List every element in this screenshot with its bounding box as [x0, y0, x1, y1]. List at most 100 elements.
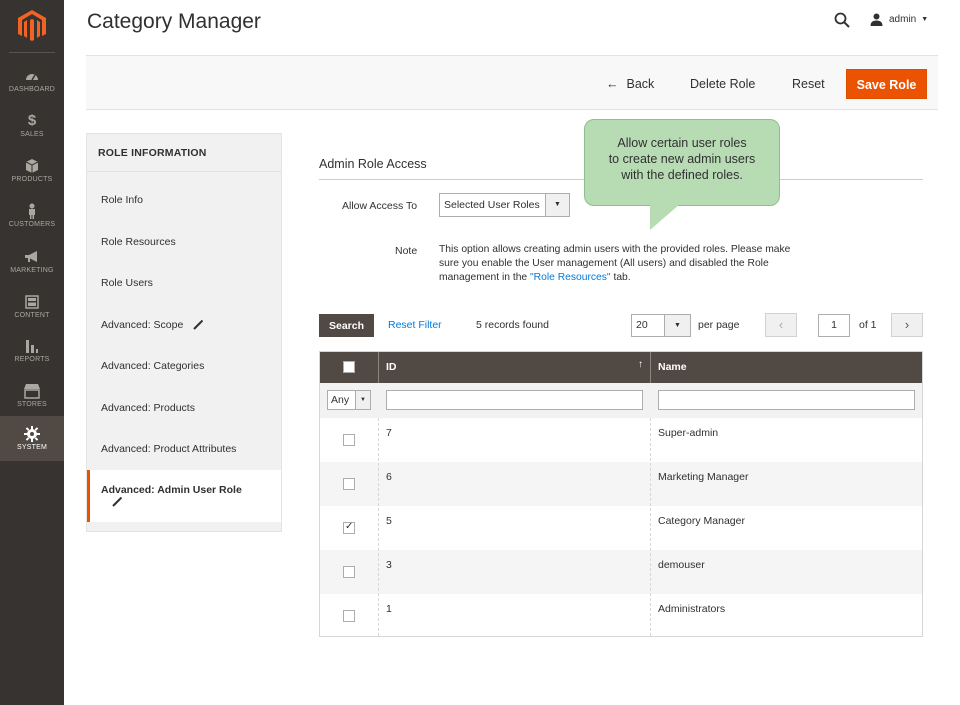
column-divider — [650, 418, 651, 636]
back-button[interactable]: ← Back — [606, 69, 654, 99]
tab-label: Advanced: Scope — [101, 318, 184, 331]
table-row[interactable]: 1 Administrators — [320, 594, 922, 638]
tabs-divider — [87, 171, 281, 172]
tabs-title: ROLE INFORMATION — [98, 147, 207, 159]
column-header-name[interactable]: Name — [658, 352, 687, 383]
nav-item-content[interactable]: CONTENT — [0, 285, 64, 330]
filter-any-value: Any — [331, 394, 350, 406]
select-all-checkbox[interactable] — [343, 361, 355, 373]
records-count: 5 records found — [476, 319, 549, 331]
search-icon[interactable] — [834, 12, 850, 28]
bar-chart-icon — [26, 340, 38, 353]
layout-icon — [25, 295, 39, 309]
nav-item-stores[interactable]: STORES — [0, 375, 64, 420]
reset-button[interactable]: Reset — [792, 69, 825, 99]
checkbox-filter-select[interactable]: Any ▼ — [327, 390, 371, 410]
user-icon — [870, 13, 883, 26]
arrow-left-icon: ← — [606, 77, 619, 91]
tab-advanced-product-attributes[interactable]: Advanced: Product Attributes — [87, 428, 281, 469]
page-number-input[interactable]: 1 — [818, 314, 850, 337]
role-information-tabs: ROLE INFORMATION Role Info Role Resource… — [86, 133, 282, 532]
filter-row: Any ▼ — [320, 383, 922, 418]
row-checkbox[interactable] — [343, 521, 355, 534]
tab-advanced-admin-user-role[interactable]: Advanced: Admin User Role — [87, 470, 281, 522]
note-text: This option allows creating admin users … — [439, 243, 791, 285]
id-filter-input[interactable] — [386, 390, 643, 410]
nav-item-dashboard[interactable]: DASHBOARD — [0, 60, 64, 105]
cube-icon — [25, 159, 39, 173]
cell-name: Marketing Manager — [658, 471, 749, 483]
row-checkbox[interactable] — [343, 610, 355, 622]
nav-item-sales[interactable]: $ SALES — [0, 105, 64, 150]
nav-item-customers[interactable]: CUSTOMERS — [0, 195, 64, 240]
cell-name: Administrators — [658, 603, 726, 615]
search-button[interactable]: Search — [319, 314, 374, 337]
user-menu[interactable]: admin ▼ — [870, 13, 928, 26]
nav-item-reports[interactable]: REPORTS — [0, 330, 64, 375]
nav-label: CONTENT — [14, 312, 50, 319]
table-row[interactable]: 7 Super-admin — [320, 418, 922, 462]
tab-role-info[interactable]: Role Info — [87, 179, 281, 220]
column-header-id[interactable]: ID — [386, 352, 397, 383]
row-checkbox[interactable] — [343, 566, 355, 578]
reset-filter-link[interactable]: Reset Filter — [388, 319, 442, 331]
tab-label: Role Info — [101, 193, 144, 206]
nav-item-marketing[interactable]: MARKETING — [0, 240, 64, 285]
nav-item-products[interactable]: PRODUCTS — [0, 150, 64, 195]
page-title: Category Manager — [87, 10, 261, 33]
cell-id: 6 — [386, 471, 392, 483]
tab-label: Role Users — [101, 276, 153, 289]
table-row[interactable]: 3 demouser — [320, 550, 922, 594]
role-resources-link[interactable]: "Role Resources" — [530, 272, 611, 283]
allow-access-select[interactable]: Selected User Roles ▼ — [439, 193, 570, 217]
column-divider — [378, 352, 379, 383]
table-row[interactable]: 5 Category Manager — [320, 506, 922, 550]
user-roles-grid: ID ↑ Name Any ▼ 7 Super-admin 6 Marketin… — [319, 351, 923, 637]
pencil-icon — [193, 319, 204, 330]
chevron-right-icon: › — [904, 317, 910, 332]
nav-divider — [9, 52, 55, 53]
cell-name: demouser — [658, 559, 705, 571]
cell-id: 5 — [386, 515, 392, 527]
nav-item-system[interactable]: SYSTEM — [0, 416, 64, 461]
nav-label: REPORTS — [14, 356, 50, 363]
chevron-down-icon: ▼ — [545, 194, 569, 216]
tab-advanced-products[interactable]: Advanced: Products — [87, 387, 281, 428]
nav-label: STORES — [17, 401, 47, 408]
tab-label: Advanced: Admin User Role — [101, 484, 242, 496]
help-callout: Allow certain user roles to create new a… — [584, 119, 780, 206]
gear-icon — [24, 426, 40, 442]
magento-logo-icon[interactable] — [18, 10, 46, 42]
row-checkbox[interactable] — [343, 478, 355, 490]
column-divider — [378, 418, 379, 636]
dashboard-icon — [26, 74, 38, 81]
tab-advanced-categories[interactable]: Advanced: Categories — [87, 345, 281, 386]
per-page-value: 20 — [636, 319, 648, 331]
pencil-icon — [112, 497, 122, 507]
next-page-button[interactable]: › — [891, 313, 923, 337]
callout-line: with the defined roles. — [621, 168, 743, 182]
callout-line: to create new admin users — [608, 152, 756, 166]
tab-role-resources[interactable]: Role Resources — [87, 221, 281, 262]
chevron-down-icon: ▼ — [921, 16, 929, 23]
nav-label: DASHBOARD — [8, 86, 56, 93]
cell-id: 1 — [386, 603, 392, 615]
cell-id: 3 — [386, 559, 392, 571]
name-filter-input[interactable] — [658, 390, 915, 410]
allow-access-label: Allow Access To — [342, 200, 418, 212]
tab-label: Advanced: Categories — [101, 359, 205, 372]
callout-line: Allow certain user roles — [617, 136, 747, 150]
delete-role-button[interactable]: Delete Role — [690, 69, 755, 99]
megaphone-icon — [25, 251, 37, 262]
tab-advanced-scope[interactable]: Advanced: Scope — [87, 304, 281, 345]
cell-id: 7 — [386, 427, 392, 439]
tab-role-users[interactable]: Role Users — [87, 262, 281, 303]
chevron-down-icon: ▼ — [664, 315, 690, 336]
row-checkbox[interactable] — [343, 434, 355, 446]
save-role-button[interactable]: Save Role — [846, 69, 927, 99]
note-label: Note — [395, 245, 418, 257]
previous-page-button[interactable]: ‹ — [765, 313, 797, 337]
table-row[interactable]: 6 Marketing Manager — [320, 462, 922, 506]
per-page-select[interactable]: 20 ▼ — [631, 314, 691, 337]
allow-access-value: Selected User Roles — [444, 199, 540, 211]
